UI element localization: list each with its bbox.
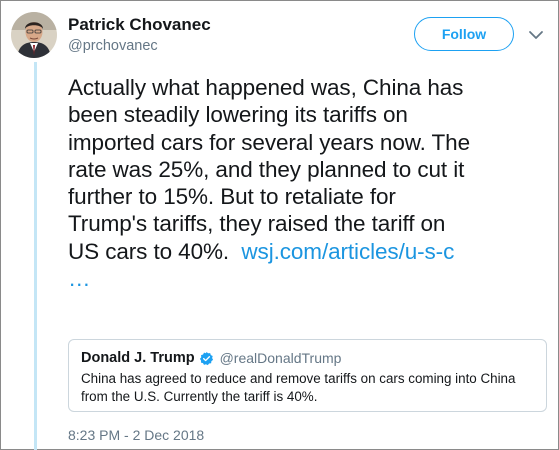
tweet-text-line: imported cars for several years now. The (68, 129, 471, 155)
tweet-text-line: been steadily lowering its tariffs on (68, 102, 408, 128)
tweet-text-line: Actually what happened was, China has (68, 75, 464, 100)
chevron-down-icon (529, 31, 543, 39)
author-handle[interactable]: @prchovanec (68, 38, 158, 54)
quoted-text-line: China has agreed to reduce and remove ta… (81, 371, 516, 386)
tweet-text-line: US cars to 40%. (68, 238, 230, 264)
quoted-author-name: Donald J. Trump (81, 350, 195, 366)
author-name[interactable]: Patrick Chovanec (68, 15, 211, 35)
verified-badge-icon (199, 351, 214, 366)
tweet-text-last-line: US cars to 40%. wsj.com/articles/u-s-c (68, 238, 538, 265)
article-link[interactable]: wsj.com/articles/u-s-c (241, 239, 454, 264)
tweet-link-ellipsis-line: … (68, 265, 538, 292)
thread-line (34, 62, 37, 450)
quoted-text-line: from the U.S. Currently the tariff is 40… (81, 388, 318, 404)
avatar-photo-icon (11, 12, 57, 58)
quoted-tweet-text: China has agreed to reduce and remove ta… (81, 370, 541, 405)
article-link-ellipsis[interactable]: … (68, 266, 91, 291)
follow-button[interactable]: Follow (414, 17, 514, 51)
tweet-timestamp[interactable]: 8:23 PM - 2 Dec 2018 (68, 427, 204, 443)
more-menu-button[interactable] (528, 28, 544, 40)
quoted-tweet-header: Donald J. Trump @realDonaldTrump (81, 350, 341, 366)
quoted-author-handle: @realDonaldTrump (219, 350, 342, 366)
tweet-text-line: further to 15%. But to retaliate for (68, 184, 396, 210)
author-avatar[interactable] (11, 12, 57, 58)
tweet-text: Actually what happened was, China has be… (68, 74, 538, 292)
tweet-text-line: rate was 25%, and they planned to cut it (68, 156, 465, 182)
tweet-text-line: Trump's tariffs, they raised the tariff … (68, 211, 446, 237)
quoted-tweet-card[interactable]: Donald J. Trump @realDonaldTrump China h… (68, 339, 547, 412)
